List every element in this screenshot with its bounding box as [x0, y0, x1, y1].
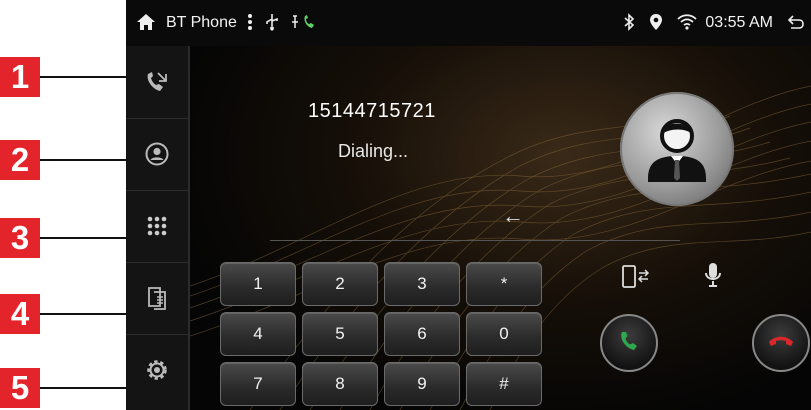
- callout-line-2: [40, 159, 126, 161]
- phone-answer-icon: [617, 329, 641, 358]
- key-5[interactable]: 5: [302, 312, 378, 356]
- key-0[interactable]: 0: [466, 312, 542, 356]
- phone-hangup-icon: [767, 333, 795, 354]
- key-star[interactable]: *: [466, 262, 542, 306]
- person-icon: [648, 119, 706, 182]
- key-2[interactable]: 2: [302, 262, 378, 306]
- gear-icon: [144, 357, 170, 383]
- call-status: Dialing...: [338, 141, 409, 161]
- sidebar-item-dialpad[interactable]: [126, 190, 188, 263]
- home-icon[interactable]: [136, 13, 156, 34]
- contact-avatar: [620, 92, 734, 206]
- status-bar: BT Phone 03:55 AM: [126, 0, 811, 46]
- key-4[interactable]: 4: [220, 312, 296, 356]
- switch-audio-to-phone-icon[interactable]: [621, 264, 651, 295]
- callout-1: 1: [0, 57, 40, 97]
- callout-4: 4: [0, 294, 40, 334]
- app-title: BT Phone: [166, 14, 237, 31]
- callout-5: 5: [0, 368, 40, 408]
- callout-line-5: [40, 387, 126, 389]
- wifi-icon: [677, 13, 698, 33]
- sidebar-item-call-log[interactable]: [126, 46, 188, 119]
- call-log-icon: [144, 70, 170, 94]
- sidebar: [126, 46, 190, 410]
- location-icon: [649, 13, 663, 34]
- dialer-panel: 15144715721 Dialing... ← 1 2 3 * 4 5 6 0…: [190, 46, 811, 410]
- phonebook-icon: [147, 286, 167, 310]
- callout-line-3: [40, 237, 126, 239]
- callout-2: 2: [0, 140, 40, 180]
- callout-line-4: [40, 313, 126, 315]
- sidebar-item-settings[interactable]: [126, 334, 188, 406]
- dialed-number: 15144715721: [308, 100, 436, 122]
- clock: 03:55 AM: [705, 14, 773, 31]
- key-9[interactable]: 9: [384, 362, 460, 406]
- phone-status-icon: [291, 13, 321, 34]
- key-7[interactable]: 7: [220, 362, 296, 406]
- callout-3: 3: [0, 218, 40, 258]
- microphone-icon[interactable]: [703, 261, 723, 294]
- key-hash[interactable]: #: [466, 362, 542, 406]
- usb-icon: [263, 13, 281, 34]
- dialpad-icon: [146, 215, 168, 237]
- answer-call-button[interactable]: [600, 314, 658, 372]
- back-icon[interactable]: [787, 14, 805, 33]
- keypad: 1 2 3 * 4 5 6 0 7 8 9 #: [220, 262, 542, 408]
- sidebar-item-contacts[interactable]: [126, 118, 188, 191]
- divider: [270, 240, 680, 241]
- callout-line-1: [40, 76, 126, 78]
- menu-dots-icon[interactable]: [247, 13, 253, 34]
- key-6[interactable]: 6: [384, 312, 460, 356]
- key-8[interactable]: 8: [302, 362, 378, 406]
- bluetooth-icon: [623, 12, 635, 34]
- contacts-icon: [145, 142, 169, 166]
- backspace-button[interactable]: ←: [502, 203, 524, 229]
- sidebar-item-phonebook-sync[interactable]: [126, 262, 188, 335]
- device-screen: BT Phone 03:55 AM 15144715721 Dialing...…: [126, 0, 811, 410]
- hang-up-button[interactable]: [752, 314, 810, 372]
- key-1[interactable]: 1: [220, 262, 296, 306]
- key-3[interactable]: 3: [384, 262, 460, 306]
